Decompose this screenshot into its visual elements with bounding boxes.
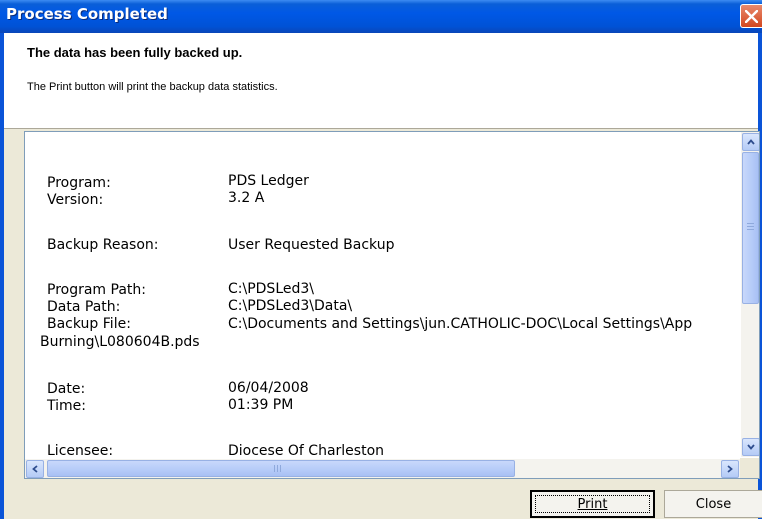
- backup-reason-value: User Requested Backup: [228, 237, 395, 253]
- time-label: Time:: [47, 398, 86, 414]
- header-panel: The data has been fully backed up. The P…: [4, 33, 758, 129]
- program-path-value: C:\PDSLed3\: [228, 281, 314, 297]
- title-bar[interactable]: Process Completed: [0, 0, 762, 33]
- program-label: Program:: [47, 175, 111, 191]
- horizontal-scroll-thumb[interactable]: [47, 460, 515, 477]
- scroll-up-button[interactable]: [742, 133, 759, 151]
- licensee-label: Licensee:: [47, 443, 114, 457]
- backup-file-label: Backup File:: [47, 316, 131, 332]
- vertical-scrollbar[interactable]: [741, 132, 759, 457]
- chevron-right-icon: [727, 465, 733, 473]
- close-x-glyph: [745, 10, 758, 23]
- close-button[interactable]: Close: [664, 490, 762, 518]
- version-value: 3.2 A: [228, 190, 265, 206]
- header-title: The data has been fully backed up.: [27, 45, 243, 60]
- chevron-down-icon: [747, 444, 755, 450]
- close-icon[interactable]: [740, 4, 762, 28]
- window-title: Process Completed: [6, 5, 168, 23]
- scroll-right-button[interactable]: [721, 460, 739, 478]
- header-subtitle: The Print button will print the backup d…: [27, 81, 278, 93]
- date-label: Date:: [47, 381, 86, 397]
- data-path-value: C:\PDSLed3\Data\: [228, 298, 353, 314]
- print-button[interactable]: Print: [530, 490, 655, 518]
- date-value: 06/04/2008: [228, 380, 309, 396]
- chevron-left-icon: [32, 465, 38, 473]
- backup-file-value: C:\Documents and Settings\jun.CATHOLIC-D…: [228, 316, 693, 332]
- scroll-down-button[interactable]: [742, 438, 759, 456]
- close-button-label: Close: [695, 496, 732, 512]
- thumb-grip-icon: [747, 223, 754, 231]
- print-button-label: Print: [577, 496, 608, 512]
- program-value: PDS Ledger: [228, 173, 309, 189]
- data-path-label: Data Path:: [47, 299, 121, 315]
- time-value: 01:39 PM: [228, 397, 294, 413]
- backup-reason-label: Backup Reason:: [47, 237, 159, 253]
- chevron-up-icon: [747, 139, 755, 145]
- backup-report[interactable]: Program: PDS Ledger Version: 3.2 A Backu…: [24, 131, 760, 479]
- scrollbar-corner: [740, 458, 759, 478]
- horizontal-scrollbar[interactable]: [25, 459, 740, 478]
- thumb-grip-icon: [274, 465, 283, 472]
- report-content: Program: PDS Ledger Version: 3.2 A Backu…: [25, 132, 740, 457]
- backup-file-wrap: Burning\L080604B.pds: [40, 334, 200, 350]
- scroll-left-button[interactable]: [26, 460, 44, 478]
- vertical-scroll-thumb[interactable]: [742, 152, 759, 304]
- program-path-label: Program Path:: [47, 282, 146, 298]
- version-label: Version:: [47, 192, 104, 208]
- licensee-value: Diocese Of Charleston: [228, 443, 385, 457]
